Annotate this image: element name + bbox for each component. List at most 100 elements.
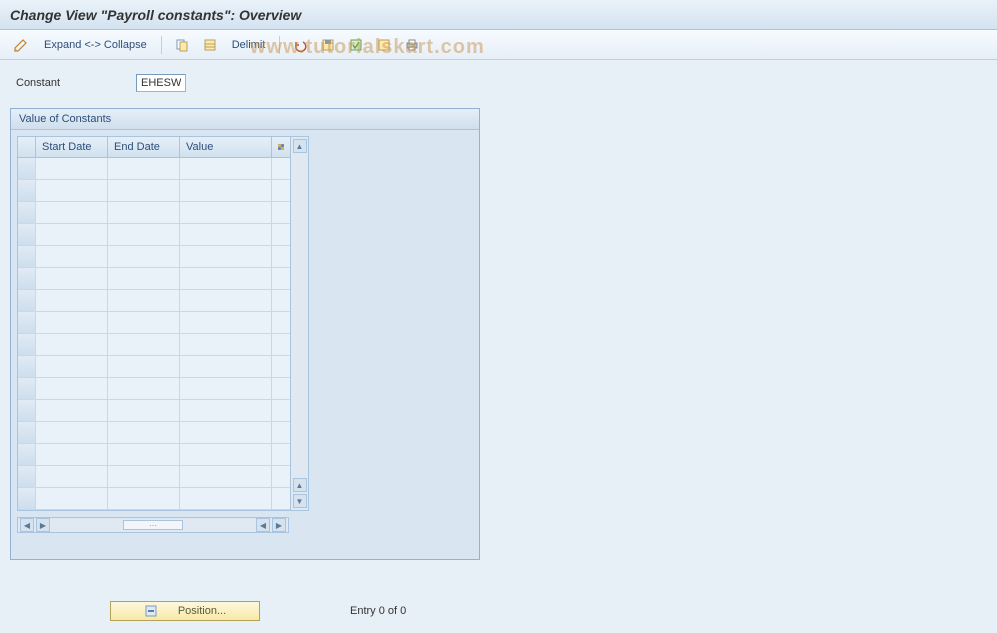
scroll-down-button-2[interactable]: ▼	[293, 494, 307, 508]
cell-start-date[interactable]	[36, 180, 108, 201]
cell-end-date[interactable]	[108, 356, 180, 377]
cell-end-date[interactable]	[108, 180, 180, 201]
cell-value[interactable]	[180, 400, 272, 421]
undo-button[interactable]	[288, 34, 312, 56]
table-row[interactable]	[18, 268, 290, 290]
row-selector[interactable]	[18, 488, 36, 509]
cell-end-date[interactable]	[108, 158, 180, 179]
row-selector[interactable]	[18, 312, 36, 333]
row-selector[interactable]	[18, 378, 36, 399]
cell-value[interactable]	[180, 356, 272, 377]
row-selector[interactable]	[18, 246, 36, 267]
col-start-date[interactable]: Start Date	[36, 137, 108, 157]
scroll-right-button-2[interactable]: ▶	[272, 518, 286, 532]
cell-start-date[interactable]	[36, 290, 108, 311]
cell-end-date[interactable]	[108, 334, 180, 355]
cell-start-date[interactable]	[36, 268, 108, 289]
cell-start-date[interactable]	[36, 202, 108, 223]
row-selector[interactable]	[18, 158, 36, 179]
cell-end-date[interactable]	[108, 400, 180, 421]
cell-value[interactable]	[180, 246, 272, 267]
cell-end-date[interactable]	[108, 268, 180, 289]
table-row[interactable]	[18, 246, 290, 268]
row-selector[interactable]	[18, 202, 36, 223]
row-selector[interactable]	[18, 180, 36, 201]
delimit-button[interactable]: Delimit	[226, 37, 272, 53]
table-config-button[interactable]	[272, 137, 290, 157]
cell-value[interactable]	[180, 422, 272, 443]
cell-end-date[interactable]	[108, 246, 180, 267]
cell-value[interactable]	[180, 180, 272, 201]
cell-start-date[interactable]	[36, 378, 108, 399]
cell-end-date[interactable]	[108, 444, 180, 465]
cell-value[interactable]	[180, 378, 272, 399]
cell-value[interactable]	[180, 224, 272, 245]
row-selector-header[interactable]	[18, 137, 36, 157]
table-row[interactable]	[18, 378, 290, 400]
table-row[interactable]	[18, 466, 290, 488]
cell-start-date[interactable]	[36, 246, 108, 267]
table-row[interactable]	[18, 444, 290, 466]
cell-end-date[interactable]	[108, 290, 180, 311]
cell-end-date[interactable]	[108, 202, 180, 223]
select-all-button[interactable]	[198, 34, 222, 56]
scroll-left-button[interactable]: ◀	[20, 518, 34, 532]
cell-end-date[interactable]	[108, 488, 180, 509]
cell-end-date[interactable]	[108, 422, 180, 443]
cell-value[interactable]	[180, 488, 272, 509]
table-row[interactable]	[18, 180, 290, 202]
table-row[interactable]	[18, 202, 290, 224]
cell-start-date[interactable]	[36, 356, 108, 377]
cell-value[interactable]	[180, 290, 272, 311]
horizontal-scrollbar[interactable]: ◀ ▶ ◀ ▶	[17, 517, 289, 533]
row-selector[interactable]	[18, 444, 36, 465]
cell-start-date[interactable]	[36, 466, 108, 487]
table-row[interactable]	[18, 224, 290, 246]
cell-value[interactable]	[180, 202, 272, 223]
cell-start-date[interactable]	[36, 444, 108, 465]
row-selector[interactable]	[18, 334, 36, 355]
scroll-down-button[interactable]: ▲	[293, 478, 307, 492]
col-end-date[interactable]: End Date	[108, 137, 180, 157]
cell-start-date[interactable]	[36, 158, 108, 179]
cell-start-date[interactable]	[36, 422, 108, 443]
deselect-button[interactable]	[372, 34, 396, 56]
print-button[interactable]	[400, 34, 424, 56]
cell-start-date[interactable]	[36, 488, 108, 509]
scroll-left-button-2[interactable]: ▶	[36, 518, 50, 532]
toggle-display-button[interactable]	[8, 34, 34, 56]
scroll-up-button[interactable]: ▲	[293, 139, 307, 153]
cell-value[interactable]	[180, 444, 272, 465]
cell-start-date[interactable]	[36, 334, 108, 355]
cell-value[interactable]	[180, 312, 272, 333]
vertical-scrollbar[interactable]: ▲ ▲ ▼	[291, 136, 309, 511]
cell-end-date[interactable]	[108, 224, 180, 245]
row-selector[interactable]	[18, 268, 36, 289]
table-row[interactable]	[18, 356, 290, 378]
cell-end-date[interactable]	[108, 466, 180, 487]
cell-start-date[interactable]	[36, 400, 108, 421]
constant-input[interactable]	[136, 74, 186, 92]
scroll-thumb[interactable]	[123, 520, 183, 530]
scroll-right-button[interactable]: ◀	[256, 518, 270, 532]
cell-value[interactable]	[180, 466, 272, 487]
cell-value[interactable]	[180, 334, 272, 355]
cell-start-date[interactable]	[36, 224, 108, 245]
select-button[interactable]	[344, 34, 368, 56]
table-row[interactable]	[18, 400, 290, 422]
row-selector[interactable]	[18, 400, 36, 421]
table-row[interactable]	[18, 422, 290, 444]
row-selector[interactable]	[18, 356, 36, 377]
col-value[interactable]: Value	[180, 137, 272, 157]
table-row[interactable]	[18, 488, 290, 510]
row-selector[interactable]	[18, 422, 36, 443]
table-row[interactable]	[18, 290, 290, 312]
cell-value[interactable]	[180, 158, 272, 179]
cell-end-date[interactable]	[108, 378, 180, 399]
cell-start-date[interactable]	[36, 312, 108, 333]
row-selector[interactable]	[18, 224, 36, 245]
cell-value[interactable]	[180, 268, 272, 289]
table-row[interactable]	[18, 312, 290, 334]
expand-collapse-button[interactable]: Expand <-> Collapse	[38, 37, 153, 53]
copy-button[interactable]	[170, 34, 194, 56]
